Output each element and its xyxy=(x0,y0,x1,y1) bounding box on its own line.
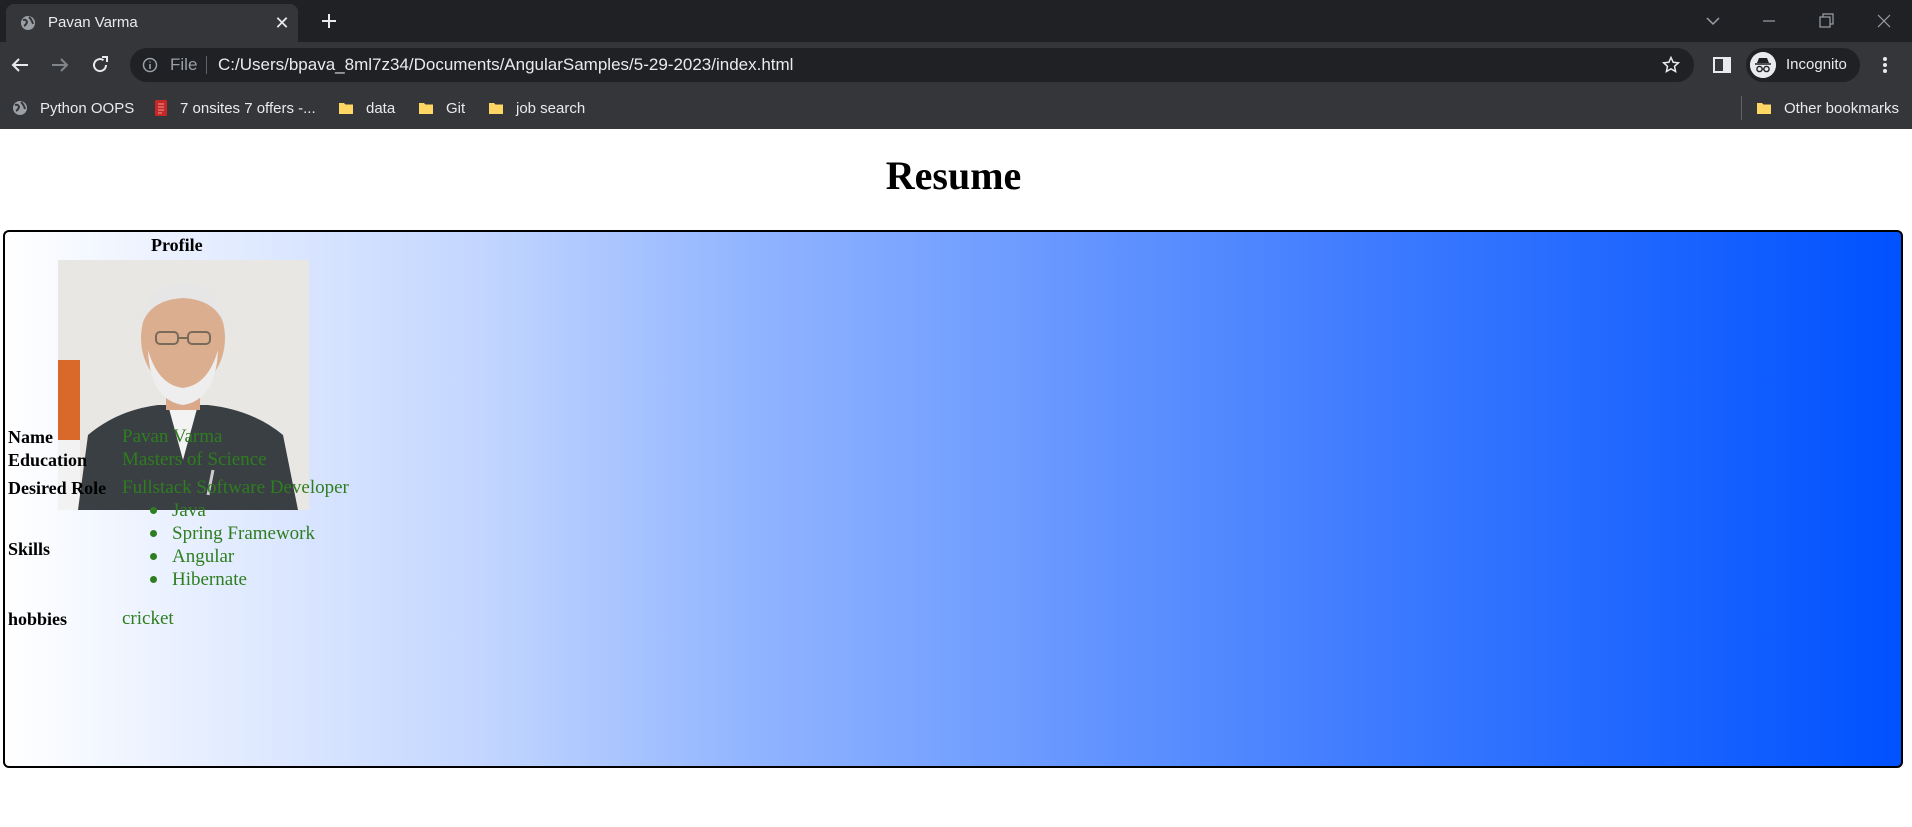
info-icon[interactable] xyxy=(142,57,158,73)
profile-photo xyxy=(58,260,309,510)
bookmark-7-onsites[interactable]: 7 onsites 7 offers -... xyxy=(154,95,316,121)
more-menu-icon[interactable] xyxy=(1878,53,1892,77)
bookmark-folder-job-search[interactable]: job search xyxy=(488,95,585,121)
profile-heading: Profile xyxy=(151,235,203,255)
incognito-label: Incognito xyxy=(1786,56,1847,73)
tab-strip: Pavan Varma ✕ xyxy=(0,0,1912,42)
bookmark-python-oops[interactable]: Python OOPS xyxy=(12,95,134,121)
toolbar: File C:/Users/bpava_8ml7z34/Documents/An… xyxy=(0,42,1912,88)
skill-item: Hibernate xyxy=(150,568,315,591)
page-title: Resume xyxy=(885,153,1022,198)
bookmark-label: Python OOPS xyxy=(40,99,135,117)
skill-item: Spring Framework xyxy=(150,522,315,545)
education-label: Education xyxy=(8,450,88,470)
tab-active[interactable]: Pavan Varma ✕ xyxy=(6,4,298,42)
skill-item: Angular xyxy=(150,545,315,568)
hobbies-value: cricket xyxy=(122,608,174,629)
forward-icon[interactable] xyxy=(48,53,72,77)
skills-label: Skills xyxy=(8,539,51,559)
bookmark-folder-git[interactable]: Git xyxy=(418,95,465,121)
bookmark-folder-data[interactable]: data xyxy=(338,95,395,121)
globe-icon xyxy=(21,16,35,30)
bookmarks-bar: Python OOPS 7 onsites 7 offers -... data… xyxy=(0,88,1912,129)
other-bookmarks[interactable]: Other bookmarks xyxy=(1756,95,1899,121)
document-icon xyxy=(155,100,167,116)
restore-icon[interactable] xyxy=(1815,10,1837,32)
hobbies-label: hobbies xyxy=(8,609,68,629)
tab-search-icon[interactable] xyxy=(1702,10,1724,32)
name-value: Pavan Varma xyxy=(122,426,223,447)
globe-icon xyxy=(13,101,27,115)
page-content: Resume Profile Name Pavan Varma Educatio… xyxy=(0,129,1912,827)
bookmarks-divider xyxy=(1741,96,1742,120)
skill-item: Java xyxy=(150,499,315,522)
name-label: Name xyxy=(8,427,53,447)
bookmark-label: job search xyxy=(516,99,586,117)
folder-icon xyxy=(419,103,433,114)
url-text[interactable]: C:/Users/bpava_8ml7z34/Documents/Angular… xyxy=(218,55,793,75)
incognito-button[interactable]: Incognito xyxy=(1746,48,1860,82)
reload-icon[interactable] xyxy=(88,53,112,77)
bookmark-star-icon[interactable] xyxy=(1662,56,1680,74)
skills-list: Java Spring Framework Angular Hibernate xyxy=(150,499,315,591)
bookmark-label: Git xyxy=(446,99,466,117)
bookmark-label: 7 onsites 7 offers -... xyxy=(180,99,316,117)
close-tab-icon[interactable]: ✕ xyxy=(274,14,290,32)
address-bar[interactable]: File C:/Users/bpava_8ml7z34/Documents/An… xyxy=(130,48,1694,82)
folder-icon xyxy=(1757,103,1771,114)
tab-title: Pavan Varma xyxy=(48,14,138,31)
side-panel-icon[interactable] xyxy=(1712,55,1732,75)
education-value: Masters of Science xyxy=(122,449,267,470)
new-tab-icon[interactable] xyxy=(318,10,340,32)
desired-role-value: Fullstack Software Developer xyxy=(122,477,349,498)
folder-icon xyxy=(339,103,353,114)
incognito-icon xyxy=(1750,52,1776,78)
desired-role-label: Desired Role xyxy=(8,478,107,498)
divider xyxy=(206,56,207,74)
url-scheme: File xyxy=(170,55,198,74)
minimize-icon[interactable] xyxy=(1758,10,1780,32)
back-icon[interactable] xyxy=(8,53,32,77)
bookmark-label: data xyxy=(366,99,396,117)
close-window-icon[interactable] xyxy=(1873,10,1895,32)
folder-icon xyxy=(489,103,503,114)
browser-chrome: Pavan Varma ✕ File C:/Users/bpava_8ml7z3… xyxy=(0,0,1912,129)
other-bookmarks-label: Other bookmarks xyxy=(1784,99,1900,117)
